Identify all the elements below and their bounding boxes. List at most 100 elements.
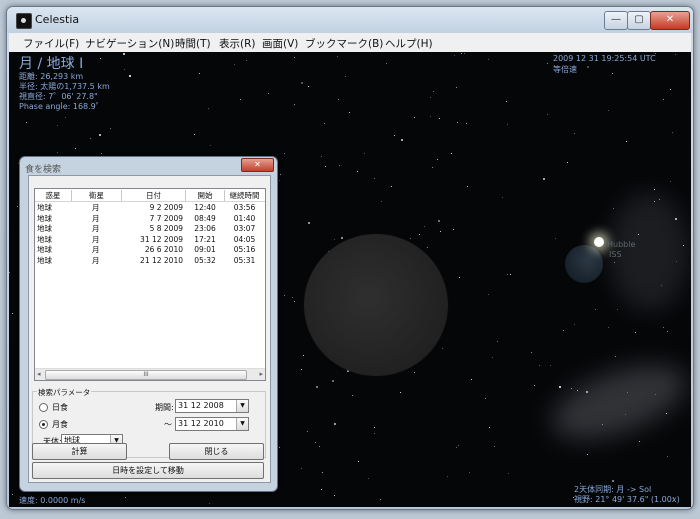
iss-label[interactable]: ISS: [609, 250, 622, 259]
scroll-left-icon[interactable]: ◂: [37, 370, 41, 378]
eclipse-results-list[interactable]: 惑星 衛星 日付 開始 継続時間 地球月 9 2 2009 12:40 03:56 地球…: [34, 188, 266, 381]
star: [199, 73, 201, 75]
star: [278, 447, 280, 449]
row-cell: 月: [92, 224, 100, 233]
start-date-picker[interactable]: 31 12 2008 ▼: [175, 399, 249, 413]
star: [240, 99, 242, 101]
row-cell: 月: [92, 245, 100, 254]
set-date-and-go-button[interactable]: 日時を設定して移動: [32, 462, 264, 479]
lunar-eclipse-label[interactable]: 月食: [52, 419, 68, 430]
sun-glare[interactable]: [594, 237, 604, 247]
menu-help[interactable]: ヘルプ(H): [385, 36, 433, 51]
column-planet[interactable]: 惑星: [35, 190, 72, 201]
star: [401, 138, 404, 141]
scroll-right-icon[interactable]: ▸: [259, 370, 263, 378]
star: [338, 165, 340, 167]
column-start[interactable]: 開始: [186, 190, 225, 201]
row-cell: 地球: [37, 203, 52, 212]
star: [613, 262, 615, 264]
star: [423, 225, 425, 227]
solar-eclipse-label[interactable]: 日食: [52, 402, 68, 413]
star: [279, 174, 281, 176]
star: [539, 365, 541, 367]
menu-view[interactable]: 画面(V): [262, 36, 298, 51]
dialog-close-button[interactable]: ✕: [241, 158, 274, 172]
table-row[interactable]: 地球 月 7 7 2009 08:49 01:40: [35, 214, 265, 224]
star: [554, 238, 556, 240]
star: [547, 63, 549, 65]
star: [12, 313, 14, 315]
star: [292, 296, 294, 298]
column-duration[interactable]: 継続時間: [225, 190, 264, 201]
star: [194, 133, 196, 135]
dialog-body: 惑星 衛星 日付 開始 継続時間 地球月 9 2 2009 12:40 03:56 地球…: [28, 175, 271, 483]
column-date[interactable]: 日付: [122, 190, 186, 201]
row-cell: 月: [92, 255, 100, 265]
close-button[interactable]: ✕: [650, 11, 690, 30]
speed-readout: 速度: 0.0000 m/s: [19, 496, 86, 505]
selected-object-title: 月 / 地球 I: [19, 56, 84, 72]
star: [653, 200, 655, 202]
fov-readout: 視野: 21° 49' 37.6" (1.00x): [574, 495, 680, 504]
minimize-button[interactable]: —: [604, 11, 628, 30]
star: [461, 53, 463, 55]
maximize-button[interactable]: ▢: [627, 11, 651, 30]
star: [427, 247, 429, 249]
star: [122, 53, 125, 56]
star: [123, 68, 125, 70]
star: [334, 239, 336, 241]
star: [674, 217, 677, 220]
celestia-app-icon: [16, 13, 32, 29]
lunar-eclipse-radio[interactable]: [39, 420, 48, 429]
table-row[interactable]: 地球 月 26 6 2010 09:01 05:16: [35, 245, 265, 255]
table-row[interactable]: 地球 月 21 12 2010 05:32 05:31: [35, 256, 265, 266]
end-date-picker[interactable]: 31 12 2010 ▼: [175, 417, 249, 431]
star: [283, 295, 285, 297]
menu-bookmarks[interactable]: ブックマーク(B): [305, 36, 383, 51]
title-bar[interactable]: Celestia — ▢ ✕: [7, 7, 693, 33]
moon-sphere[interactable]: [304, 234, 448, 376]
table-row[interactable]: 地球 月 5 8 2009 23:06 03:07: [35, 224, 265, 234]
star: [450, 152, 452, 154]
star: [301, 82, 304, 85]
column-satellite[interactable]: 衛星: [72, 190, 122, 201]
star: [614, 355, 616, 357]
star: [300, 368, 302, 370]
close-dialog-button[interactable]: 閉じる: [169, 443, 264, 460]
compute-button[interactable]: 計算: [32, 443, 127, 460]
solar-eclipse-radio[interactable]: [39, 403, 48, 412]
chevron-down-icon[interactable]: ▼: [236, 400, 248, 412]
star: [363, 153, 365, 155]
star: [570, 387, 572, 389]
period-tilde: ～: [164, 420, 172, 429]
menu-file[interactable]: ファイル(F): [23, 36, 79, 51]
star: [471, 378, 473, 380]
datetime-readout: 2009 12 31 19:25:54 UTC: [553, 54, 656, 63]
star: [459, 277, 461, 279]
time-rate-readout: 等倍速: [553, 65, 577, 74]
table-row[interactable]: 地球 月 9 2 2009 12:40 03:56: [35, 203, 265, 213]
star: [634, 331, 636, 333]
scroll-thumb[interactable]: III: [45, 370, 247, 380]
row-cell: 5 8 2009: [149, 224, 183, 233]
star: [576, 389, 578, 391]
horizontal-scrollbar[interactable]: ◂ III ▸: [35, 368, 265, 380]
star: [562, 329, 564, 331]
star: [509, 274, 511, 276]
menu-time[interactable]: 時間(T): [175, 36, 211, 51]
star: [661, 284, 663, 286]
menu-display[interactable]: 表示(R): [219, 36, 256, 51]
star: [507, 274, 509, 276]
star: [380, 201, 382, 203]
star: [89, 137, 91, 139]
menu-navigation[interactable]: ナビゲーション(N): [85, 36, 174, 51]
star: [602, 424, 604, 426]
list-header: 惑星 衛星 日付 開始 継続時間: [35, 189, 265, 202]
hubble-label[interactable]: Hubble: [607, 240, 635, 249]
table-row[interactable]: 地球 月 31 12 2009 17:21 04:05: [35, 235, 265, 245]
chevron-down-icon[interactable]: ▼: [236, 418, 248, 430]
star: [400, 391, 402, 393]
star: [430, 96, 432, 98]
star: [550, 365, 552, 366]
earth-sphere[interactable]: [565, 245, 603, 283]
